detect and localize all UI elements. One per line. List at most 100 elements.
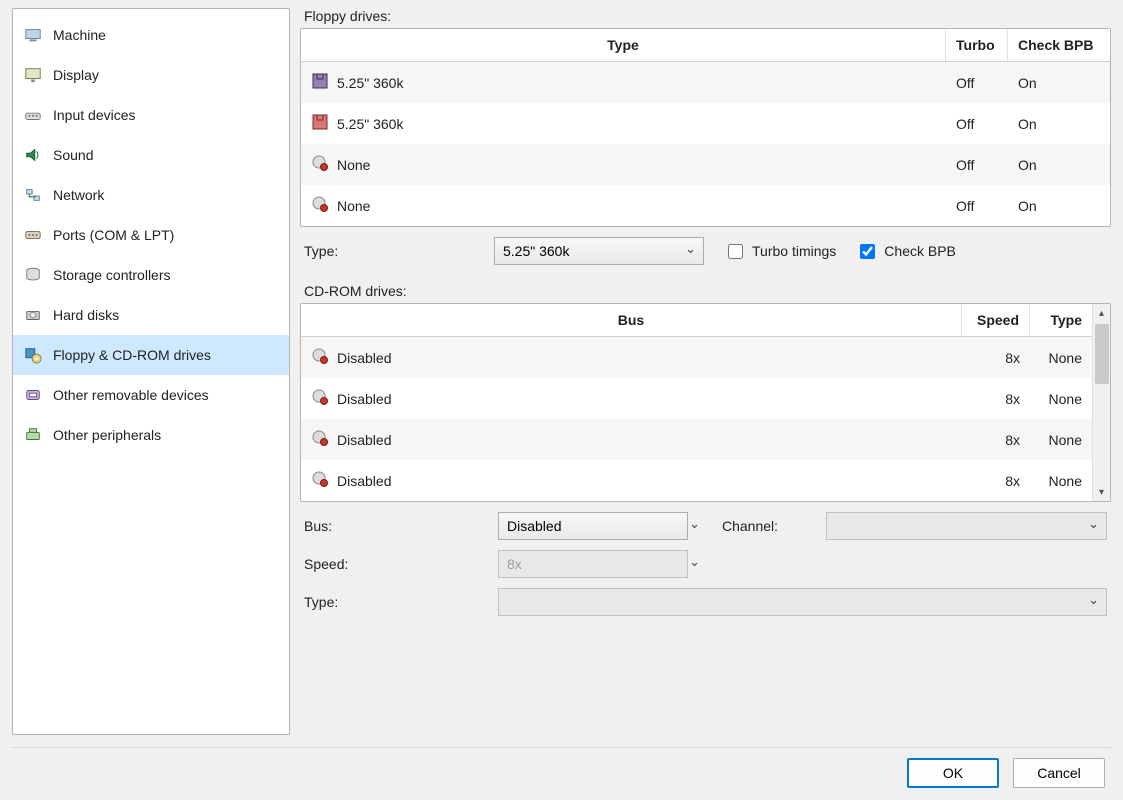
sidebar-item-other-peripherals[interactable]: Other peripherals [13, 415, 289, 455]
turbo-timings-label: Turbo timings [752, 243, 836, 259]
floppy-row-check-bpb: On [1008, 65, 1110, 101]
column-header-speed[interactable]: Speed [962, 304, 1030, 336]
column-header-turbo[interactable]: Turbo [946, 29, 1008, 61]
floppy-row-type: 5.25" 360k [337, 75, 403, 91]
sidebar-item-other-removable[interactable]: Other removable devices [13, 375, 289, 415]
sidebar-item-label: Machine [53, 27, 277, 43]
check-bpb-checkbox[interactable]: Check BPB [856, 241, 956, 262]
floppy-row-type: None [337, 157, 370, 173]
cdrom-row-type: None [1030, 422, 1092, 458]
none-icon [311, 470, 329, 491]
floppy-drives-label: Floppy drives: [304, 8, 1111, 24]
sidebar-item-label: Network [53, 187, 277, 203]
sidebar-item-sound[interactable]: Sound [13, 135, 289, 175]
cdrom-row[interactable]: Disabled 8x None [301, 419, 1092, 460]
cdrom-row-bus: Disabled [337, 350, 391, 366]
sidebar-item-label: Other peripherals [53, 427, 277, 443]
floppy-row[interactable]: None Off On [301, 144, 1110, 185]
column-header-type[interactable]: Type [301, 29, 946, 61]
none-icon [311, 154, 329, 175]
right-pane: Floppy drives: Type Turbo Check BPB 5.25… [300, 8, 1111, 735]
cdrom-drives-label: CD-ROM drives: [304, 283, 1111, 299]
sidebar-item-label: Floppy & CD-ROM drives [53, 347, 277, 363]
turbo-timings-input[interactable] [728, 244, 743, 259]
floppy-list-header: Type Turbo Check BPB [301, 29, 1110, 62]
input-icon [23, 105, 43, 125]
floppy-row-turbo: Off [946, 188, 1008, 224]
settings-dialog: Machine Display Input devices Sound Netw… [0, 0, 1123, 800]
sidebar-item-floppy-cd[interactable]: Floppy & CD-ROM drives [13, 335, 289, 375]
floppy-row-check-bpb: On [1008, 188, 1110, 224]
sidebar-item-label: Other removable devices [53, 387, 277, 403]
column-header-bus[interactable]: Bus [301, 304, 962, 336]
turbo-timings-checkbox[interactable]: Turbo timings [724, 241, 836, 262]
sidebar-item-ports[interactable]: Ports (COM & LPT) [13, 215, 289, 255]
sidebar-item-machine[interactable]: Machine [13, 15, 289, 55]
floppy-row[interactable]: 5.25" 360k Off On [301, 103, 1110, 144]
divider [12, 747, 1111, 748]
cdrom-row-bus: Disabled [337, 391, 391, 407]
cdrom-row-speed: 8x [962, 381, 1030, 417]
floppy-row[interactable]: None Off On [301, 185, 1110, 226]
none-icon [311, 347, 329, 368]
sidebar-item-label: Ports (COM & LPT) [53, 227, 277, 243]
floppy-b-icon [311, 113, 329, 134]
floppy-a-icon [311, 72, 329, 93]
cdrom-channel-label: Channel: [722, 518, 812, 534]
cdrom-row[interactable]: Disabled 8x None [301, 460, 1092, 501]
cancel-button[interactable]: Cancel [1013, 758, 1105, 788]
cdrom-row[interactable]: Disabled 8x None [301, 337, 1092, 378]
cdrom-channel-select [826, 512, 1107, 540]
none-icon [311, 195, 329, 216]
sidebar-item-network[interactable]: Network [13, 175, 289, 215]
scroll-thumb[interactable] [1095, 324, 1109, 384]
network-icon [23, 185, 43, 205]
cdrom-row-type: None [1030, 463, 1092, 499]
sidebar-item-label: Sound [53, 147, 277, 163]
periph-icon [23, 425, 43, 445]
cdrom-type-select [498, 588, 1107, 616]
floppy-drives-list[interactable]: Type Turbo Check BPB 5.25" 360k Off On 5… [300, 28, 1111, 227]
sidebar-item-label: Input devices [53, 107, 277, 123]
sidebar-item-storage[interactable]: Storage controllers [13, 255, 289, 295]
floppy-type-select[interactable]: 5.25" 360k [494, 237, 704, 265]
floppy-row-type: 5.25" 360k [337, 116, 403, 132]
sidebar-item-label: Display [53, 67, 277, 83]
floppy-type-label: Type: [304, 243, 484, 259]
floppy-row[interactable]: 5.25" 360k Off On [301, 62, 1110, 103]
cdrom-type-label: Type: [304, 594, 484, 610]
check-bpb-label: Check BPB [884, 243, 956, 259]
dialog-buttons: OK Cancel [12, 758, 1111, 788]
floppy-detail-row: Type: 5.25" 360k Turbo timings Check BPB [304, 237, 1107, 265]
cdrom-row-speed: 8x [962, 463, 1030, 499]
cdrom-speed-label: Speed: [304, 556, 484, 572]
none-icon [311, 429, 329, 450]
floppy-row-type: None [337, 198, 370, 214]
sidebar-item-input-devices[interactable]: Input devices [13, 95, 289, 135]
cdrom-row[interactable]: Disabled 8x None [301, 378, 1092, 419]
cdrom-scrollbar[interactable]: ▴ ▾ [1092, 304, 1110, 501]
sidebar-item-label: Storage controllers [53, 267, 277, 283]
floppy-cd-icon [23, 345, 43, 365]
column-header-type[interactable]: Type [1030, 304, 1092, 336]
dialog-body: Machine Display Input devices Sound Netw… [12, 8, 1111, 735]
column-header-check-bpb[interactable]: Check BPB [1008, 29, 1110, 61]
check-bpb-input[interactable] [860, 244, 875, 259]
cdrom-bus-select[interactable]: Disabled [498, 512, 688, 540]
sidebar-item-display[interactable]: Display [13, 55, 289, 95]
ports-icon [23, 225, 43, 245]
scroll-up-icon[interactable]: ▴ [1093, 304, 1110, 322]
cdrom-drives-list[interactable]: Bus Speed Type Disabled 8x None [300, 303, 1111, 502]
floppy-row-turbo: Off [946, 65, 1008, 101]
scroll-down-icon[interactable]: ▾ [1093, 483, 1110, 501]
cdrom-row-speed: 8x [962, 422, 1030, 458]
ok-button[interactable]: OK [907, 758, 999, 788]
storage-icon [23, 265, 43, 285]
floppy-row-check-bpb: On [1008, 106, 1110, 142]
category-sidebar: Machine Display Input devices Sound Netw… [12, 8, 290, 735]
sidebar-item-hard-disks[interactable]: Hard disks [13, 295, 289, 335]
cdrom-row-type: None [1030, 340, 1092, 376]
cdrom-row-bus: Disabled [337, 432, 391, 448]
cdrom-list-header: Bus Speed Type [301, 304, 1092, 337]
hdd-icon [23, 305, 43, 325]
